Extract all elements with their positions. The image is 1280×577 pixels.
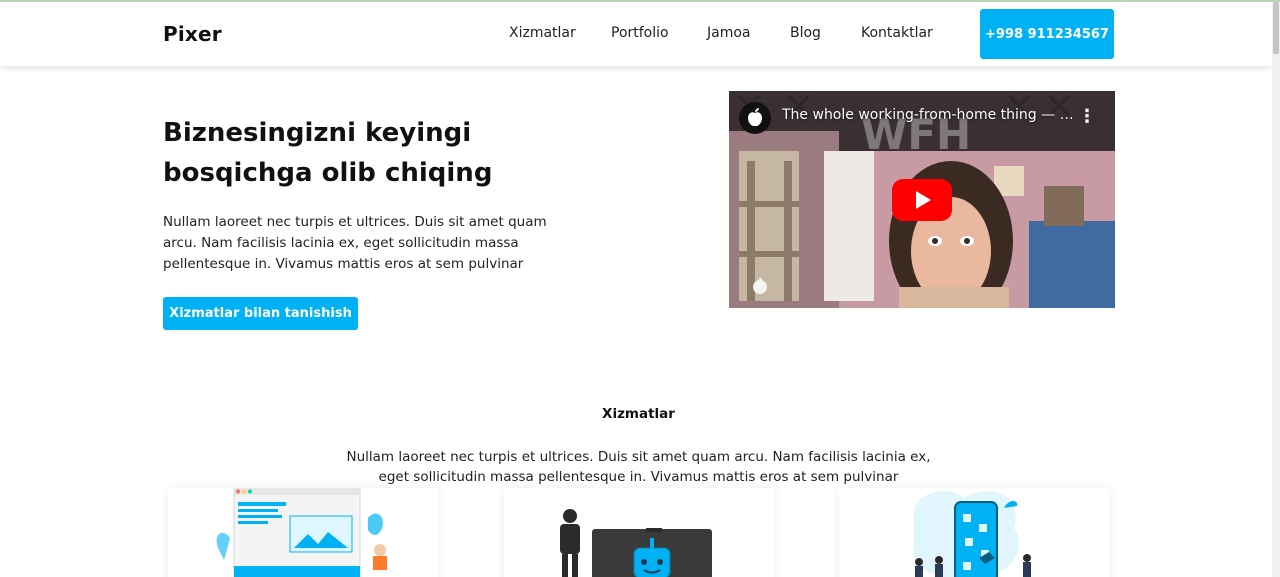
nav-link-xizmatlar[interactable]: Xizmatlar: [509, 25, 576, 41]
mobile-app-illustration-icon: [913, 490, 1031, 577]
ai-robot-illustration-icon: [560, 509, 712, 577]
nav-link-blog[interactable]: Blog: [790, 25, 821, 41]
youtube-video-embed[interactable]: WFH The whole working-from-home thing — …: [729, 91, 1115, 308]
page-scrollbar[interactable]: [1272, 2, 1280, 577]
services-cta-button[interactable]: Xizmatlar bilan tanishish: [163, 297, 358, 330]
more-vertical-icon[interactable]: ⋮: [1078, 107, 1096, 127]
nav-link-portfolio[interactable]: Portfolio: [611, 25, 669, 41]
youtube-play-icon[interactable]: [892, 179, 952, 221]
service-card-web[interactable]: [168, 488, 438, 577]
nav-link-kontaktlar[interactable]: Kontaktlar: [861, 25, 933, 41]
site-header: Pixer Xizmatlar Portfolio Jamoa Blog Kon…: [0, 2, 1272, 66]
service-card-ai[interactable]: [504, 488, 774, 577]
service-card-mobile[interactable]: [839, 488, 1109, 577]
hero-title: Biznesingizni keyingi bosqichga olib chi…: [163, 118, 493, 188]
phone-button[interactable]: +998 911234567: [980, 9, 1114, 59]
logo[interactable]: Pixer: [163, 22, 222, 46]
web-design-illustration-icon: [216, 488, 387, 577]
scrollbar-thumb[interactable]: [1273, 2, 1279, 54]
services-section-description: Nullam laoreet nec turpis et ultrices. D…: [346, 449, 931, 485]
nav-link-jamoa[interactable]: Jamoa: [707, 25, 751, 41]
video-title[interactable]: The whole working-from-home thing — Appl…: [782, 107, 1074, 123]
apple-logo-icon[interactable]: [739, 102, 771, 134]
services-section-title: Xizmatlar: [602, 406, 675, 422]
hero-description: Nullam laoreet nec turpis et ultrices. D…: [163, 214, 547, 272]
